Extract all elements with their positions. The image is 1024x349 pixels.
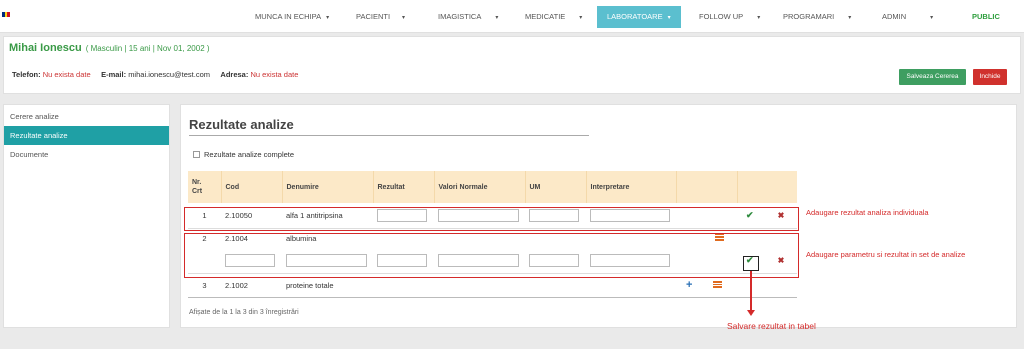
annotation-text-individual: Adaugare rezultat analiza individuala — [806, 208, 929, 217]
nav-medicatie[interactable]: MEDICATIE ▾ — [525, 8, 582, 26]
address-value: Nu exista date — [250, 70, 299, 79]
complete-results-row: Rezultate analize complete — [193, 150, 294, 159]
patient-name-line: Mihai Ionescu( Masculin | 15 ani | Nov 0… — [9, 42, 210, 54]
col-header-actions-2 — [737, 171, 797, 203]
sidebar-item-documente[interactable]: Documente — [4, 145, 169, 164]
table-footer-info: Afișate de la 1 la 3 din 3 înregistrări — [189, 309, 299, 316]
close-button[interactable]: Inchide — [973, 69, 1007, 85]
patient-name: Mihai Ionescu — [9, 42, 82, 54]
patient-contact: Telefon: Nu exista date E-mail: mihai.io… — [12, 70, 298, 79]
plus-icon[interactable]: + — [686, 279, 692, 291]
sidebar-item-cerere-analize[interactable]: Cerere analize — [4, 107, 169, 126]
col-header-um: UM — [525, 171, 587, 203]
col-header-denumire: Denumire — [282, 171, 374, 203]
nav-munca-in-echipa[interactable]: MUNCA IN ECHIPA ▾ — [255, 8, 329, 26]
romania-flag-icon — [2, 12, 11, 17]
email-label: E-mail: — [101, 70, 127, 79]
col-header-cod: Cod — [221, 171, 283, 203]
nav-laboratoare[interactable]: LABORATOARE ▾ — [597, 6, 681, 28]
page-title: Rezultate analize — [189, 117, 294, 132]
sidebar: Cerere analize Rezultate analize Documen… — [3, 104, 170, 328]
sidebar-item-rezultate-analize[interactable]: Rezultate analize — [4, 126, 169, 145]
col-header-interpretare: Interpretare — [586, 171, 677, 203]
annotation-box-set — [184, 233, 799, 278]
patient-header: Mihai Ionescu( Masculin | 15 ani | Nov 0… — [3, 36, 1021, 94]
nav-public[interactable]: PUBLIC — [972, 8, 1000, 26]
address-label: Adresa: — [220, 70, 249, 79]
complete-results-checkbox[interactable] — [193, 151, 200, 158]
annotation-check-highlight — [743, 256, 759, 271]
annotation-text-set: Adaugare parametru si rezultat in set de… — [806, 250, 966, 259]
top-navbar: MUNCA IN ECHIPA ▾ PACIENTI ▾ IMAGISTICA ▾ M… — [0, 0, 1024, 33]
nav-imagistica[interactable]: IMAGISTICA ▾ — [438, 8, 498, 26]
annotation-text-save: Salvare rezultat in tabel — [727, 321, 816, 331]
col-header-nr: Nr. Crt — [188, 171, 222, 203]
phone-label: Telefon: — [12, 70, 41, 79]
save-request-button[interactable]: Salveaza Cererea — [899, 69, 966, 85]
annotation-arrow-line — [750, 271, 752, 311]
nav-programari[interactable]: PROGRAMARI ▾ — [783, 8, 851, 26]
email-value: mihai.ionescu@test.com — [128, 70, 210, 79]
nav-pacienti[interactable]: PACIENTI ▾ — [356, 8, 405, 26]
table-header-row: Nr. Crt Cod Denumire Rezultat Valori Nor… — [188, 171, 797, 203]
phone-value: Nu exista date — [42, 70, 91, 79]
col-header-valori-normale: Valori Normale — [434, 171, 526, 203]
col-header-actions-1 — [676, 171, 738, 203]
patient-info: ( Masculin | 15 ani | Nov 01, 2002 ) — [85, 44, 210, 53]
complete-results-label: Rezultate analize complete — [204, 150, 295, 159]
nav-follow-up[interactable]: FOLLOW UP ▾ — [699, 8, 760, 26]
annotation-arrow-head — [747, 310, 755, 316]
annotation-box-individual — [184, 207, 799, 231]
list-icon[interactable] — [712, 281, 722, 288]
nav-admin[interactable]: ADMIN ▾ — [882, 8, 933, 26]
col-header-rezultat: Rezultat — [373, 171, 435, 203]
title-divider — [189, 135, 589, 136]
